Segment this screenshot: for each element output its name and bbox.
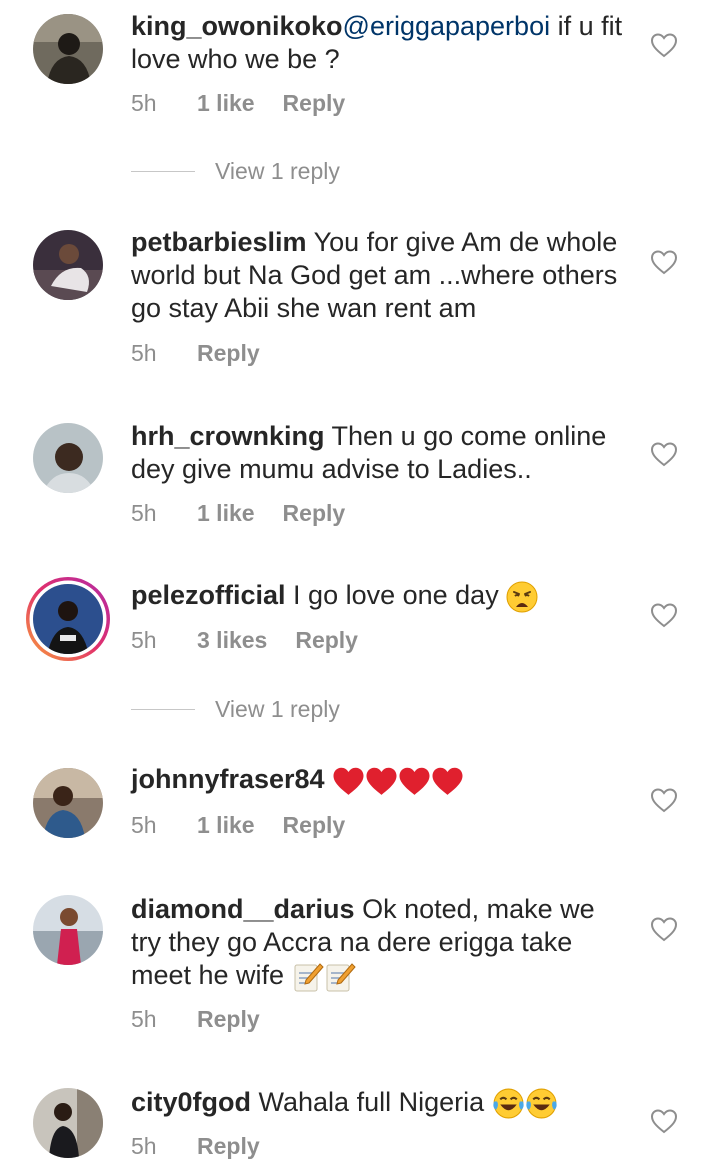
comment-text: pelezofficial I go love one day <box>131 579 631 613</box>
story-avatar[interactable] <box>24 575 112 663</box>
comment-username[interactable]: king_owonikoko <box>131 11 343 41</box>
comment-body <box>325 764 333 794</box>
avatar[interactable] <box>33 230 103 300</box>
avatar[interactable] <box>33 768 103 838</box>
laughing-tears-emoji-icon <box>493 1088 524 1119</box>
reply-button[interactable]: Reply <box>197 340 260 367</box>
red-heart-emoji-icon <box>399 767 430 795</box>
comment-time: 5h <box>131 90 157 116</box>
comment-username[interactable]: hrh_crownking <box>131 421 325 451</box>
comment-time: 5h <box>131 1006 157 1032</box>
view-replies-label: View 1 reply <box>215 157 340 184</box>
comment-username[interactable]: johnnyfraser84 <box>131 764 325 794</box>
comment-likes[interactable]: 1 like <box>197 90 255 117</box>
avatar[interactable] <box>33 895 103 965</box>
comment-meta: 5h Reply <box>131 1006 260 1033</box>
comment-username[interactable]: petbarbieslim <box>131 227 307 257</box>
like-heart-icon[interactable] <box>650 249 678 275</box>
comment-time: 5h <box>131 627 157 653</box>
divider-line <box>131 170 195 172</box>
weary-face-emoji-icon <box>506 581 538 613</box>
avatar[interactable] <box>33 423 103 493</box>
memo-emoji-group <box>292 960 356 992</box>
reply-button[interactable]: Reply <box>295 627 358 654</box>
reply-button[interactable]: Reply <box>197 1006 260 1033</box>
comment-username[interactable]: city0fgod <box>131 1087 251 1117</box>
comment-body: I go love one day <box>285 580 507 610</box>
red-heart-emoji-icon <box>366 767 397 795</box>
comment-meta: 5h 1 like Reply <box>131 90 345 117</box>
view-replies-button[interactable]: View 1 reply <box>131 694 340 724</box>
comment-time: 5h <box>131 340 157 366</box>
comment-username[interactable]: diamond__darius <box>131 894 355 924</box>
reply-button[interactable]: Reply <box>283 812 346 839</box>
hearts-emoji-group <box>332 764 464 795</box>
comment-text: king_owonikoko@eriggapaperboi if u fit l… <box>131 10 631 76</box>
reply-button[interactable]: Reply <box>283 500 346 527</box>
like-heart-icon[interactable] <box>650 602 678 628</box>
memo-emoji-icon <box>294 963 324 992</box>
comment-time: 5h <box>131 1133 157 1159</box>
divider-line <box>131 708 195 710</box>
avatar[interactable] <box>33 1088 103 1158</box>
comment-meta: 5h 1 like Reply <box>131 500 345 527</box>
like-heart-icon[interactable] <box>650 32 678 58</box>
laughing-tears-emoji-icon <box>526 1088 557 1119</box>
comment-meta: 5h 1 like Reply <box>131 812 345 839</box>
avatar[interactable] <box>33 14 103 84</box>
reply-button[interactable]: Reply <box>197 1133 260 1160</box>
like-heart-icon[interactable] <box>650 441 678 467</box>
comment-body: Wahala full Nigeria <box>251 1087 492 1117</box>
comment-text: petbarbieslim You for give Am de whole w… <box>131 226 631 325</box>
comment-time: 5h <box>131 812 157 838</box>
comment-time: 5h <box>131 500 157 526</box>
view-replies-button[interactable]: View 1 reply <box>131 156 340 186</box>
comment-username[interactable]: pelezofficial <box>131 580 286 610</box>
view-replies-label: View 1 reply <box>215 695 340 722</box>
comment-text: diamond__darius Ok noted, make we try th… <box>131 893 631 993</box>
like-heart-icon[interactable] <box>650 1108 678 1134</box>
comment-likes[interactable]: 1 like <box>197 500 255 527</box>
comment-meta: 5h 3 likes Reply <box>131 627 358 654</box>
comment-text: city0fgod Wahala full Nigeria <box>131 1086 631 1120</box>
reply-button[interactable]: Reply <box>283 90 346 117</box>
red-heart-emoji-icon <box>432 767 463 795</box>
memo-emoji-icon <box>326 963 356 992</box>
laughing-emoji-group <box>492 1087 558 1119</box>
comment-likes[interactable]: 1 like <box>197 812 255 839</box>
like-heart-icon[interactable] <box>650 787 678 813</box>
comment-meta: 5h Reply <box>131 340 260 367</box>
comment-text: johnnyfraser84 <box>131 763 631 796</box>
comment-mention[interactable]: @eriggapaperboi <box>343 11 551 41</box>
comment-likes[interactable]: 3 likes <box>197 627 267 654</box>
red-heart-emoji-icon <box>333 767 364 795</box>
like-heart-icon[interactable] <box>650 916 678 942</box>
comment-meta: 5h Reply <box>131 1133 260 1160</box>
comment-text: hrh_crownking Then u go come online dey … <box>131 420 631 486</box>
